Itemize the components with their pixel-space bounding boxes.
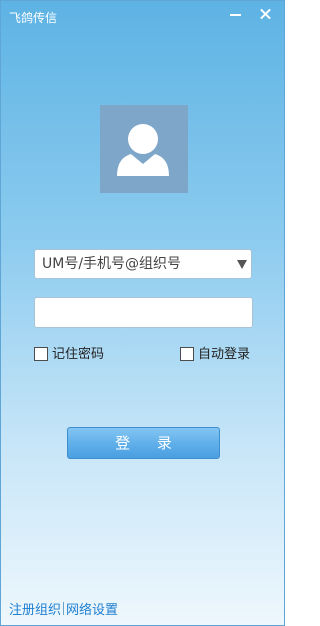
password-input[interactable] <box>34 297 253 328</box>
account-select[interactable]: UM号/手机号@组织号 <box>34 249 252 279</box>
close-button[interactable] <box>254 4 278 24</box>
remember-password-label[interactable]: 记住密码 <box>52 346 104 363</box>
network-settings-link[interactable]: 网络设置 <box>66 603 118 618</box>
auto-login-label[interactable]: 自动登录 <box>198 346 250 363</box>
triangle-down-icon[interactable] <box>237 260 247 269</box>
minimize-icon <box>230 14 241 16</box>
login-button-label: 登 录 <box>115 434 183 452</box>
account-input[interactable]: UM号/手机号@组织号 <box>42 256 181 273</box>
link-divider <box>63 602 65 615</box>
login-window: 飞鸽传信 UM号/手机号@组织号 记住密码 自动登录 登 录 注册组织 网络设置 <box>0 0 285 626</box>
footer-links: 注册组织 网络设置 <box>9 602 118 620</box>
login-button[interactable]: 登 录 <box>67 427 220 459</box>
register-org-link[interactable]: 注册组织 <box>9 603 61 618</box>
checkbox-box[interactable] <box>34 347 48 361</box>
checkbox-box[interactable] <box>180 347 194 361</box>
window-title: 飞鸽传信 <box>9 11 58 25</box>
avatar <box>100 105 188 193</box>
user-silhouette-icon <box>117 124 169 176</box>
minimize-button[interactable] <box>223 4 247 24</box>
